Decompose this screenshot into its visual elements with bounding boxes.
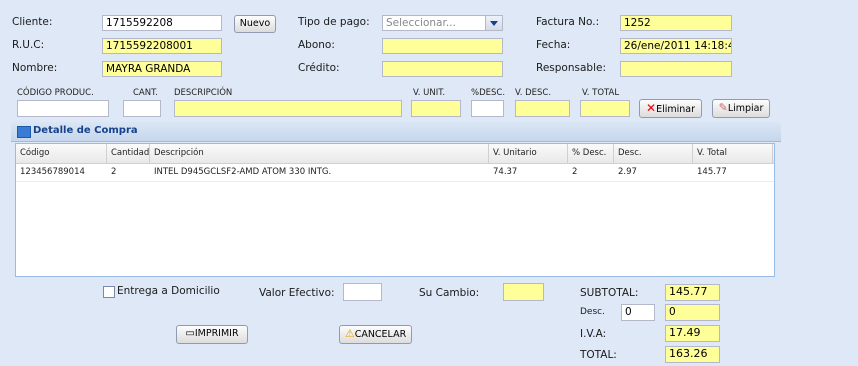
invoice-form: Cliente: 1715592208 Nuevo Tipo de pago: … (0, 0, 858, 366)
su-cambio-label: Su Cambio: (419, 287, 480, 299)
cell-pct-desc: 2 (572, 167, 578, 177)
cell-descripcion: INTEL D945GCLSF2-AMD ATOM 330 INTG. (154, 167, 332, 177)
pdesc-input[interactable] (471, 100, 504, 117)
col-v-total[interactable]: V. Total (693, 144, 773, 163)
credito-field[interactable] (382, 61, 503, 77)
delete-x-icon: ✕ (646, 101, 657, 115)
descripcion-input[interactable] (174, 100, 402, 117)
vunit-label: V. UNIT. (413, 88, 446, 98)
col-pct-desc[interactable]: % Desc. (568, 144, 614, 163)
entrega-label: Entrega a Domicilio (117, 285, 220, 297)
iva-label: I.V.A: (580, 328, 607, 340)
cancelar-button-label: CANCELAR (354, 329, 407, 340)
cant-input[interactable] (123, 100, 161, 117)
detalle-compra-header: Detalle de Compra (11, 122, 781, 142)
eliminar-button[interactable]: ✕Eliminar (639, 99, 702, 118)
limpiar-button-label: Limpiar (727, 103, 764, 114)
cliente-label: Cliente: (12, 16, 53, 28)
desc-label: Desc. (580, 307, 605, 317)
desc-value-field[interactable]: 0 (665, 304, 720, 321)
limpiar-button[interactable]: ✎Limpiar (712, 99, 770, 118)
ruc-label: R.U.C: (12, 39, 45, 51)
printer-icon: ▭ (185, 328, 195, 339)
ruc-field[interactable]: 1715592208001 (102, 38, 222, 54)
vtotal-label: V. TOTAL (582, 88, 620, 98)
codigo-produc-input[interactable] (17, 100, 109, 117)
fecha-label: Fecha: (536, 39, 571, 51)
warning-icon: ⚠ (344, 327, 355, 340)
tipo-pago-select[interactable]: Seleccionar... (382, 15, 503, 31)
cell-codigo: 123456789014 (20, 167, 85, 177)
descripcion-label: DESCRIPCIÓN (174, 88, 233, 98)
cant-label: CANT. (133, 88, 158, 98)
cell-v-total: 145.77 (697, 167, 727, 177)
cliente-field[interactable]: 1715592208 (102, 15, 222, 31)
vdesc-input[interactable] (515, 100, 570, 117)
abono-field[interactable] (382, 38, 503, 54)
cell-v-unitario: 74.37 (493, 167, 518, 177)
valor-efectivo-input[interactable] (343, 283, 382, 301)
entrega-checkbox[interactable] (103, 286, 115, 298)
vunit-input[interactable] (411, 100, 461, 117)
codigo-produc-label: CÓDIGO PRODUC. (17, 88, 94, 98)
responsable-label: Responsable: (536, 62, 606, 74)
nombre-field[interactable]: MAYRA GRANDA (102, 61, 222, 77)
imprimir-button-label: IMPRIMIR (194, 328, 239, 339)
eliminar-button-label: Eliminar (656, 104, 695, 115)
cell-desc: 2.97 (618, 167, 637, 177)
col-v-unitario[interactable]: V. Unitario (489, 144, 568, 163)
responsable-field[interactable] (620, 61, 732, 77)
detalle-grid: Código Cantidad Descripción V. Unitario … (15, 143, 775, 277)
grid-header: Código Cantidad Descripción V. Unitario … (16, 144, 774, 164)
desc-pct-input[interactable]: 0 (621, 304, 655, 321)
cell-cantidad: 2 (111, 167, 117, 177)
tipo-pago-placeholder: Seleccionar... (386, 17, 456, 29)
total-field[interactable]: 163.26 (665, 346, 720, 363)
nuevo-button[interactable]: Nuevo (234, 15, 276, 33)
chevron-down-icon[interactable] (485, 16, 502, 30)
col-cantidad[interactable]: Cantidad (107, 144, 150, 163)
detalle-compra-title: Detalle de Compra (33, 125, 138, 136)
factura-field[interactable]: 1252 (620, 15, 732, 31)
su-cambio-field[interactable] (503, 283, 544, 301)
fecha-field[interactable]: 26/ene/2011 14:18:46 (620, 38, 732, 54)
subtotal-label: SUBTOTAL: (580, 287, 639, 299)
pdesc-label: %DESC. (471, 88, 506, 98)
col-desc[interactable]: Desc. (614, 144, 693, 163)
vdesc-label: V. DESC. (515, 88, 552, 98)
valor-efectivo-label: Valor Efectivo: (259, 287, 335, 299)
total-label: TOTAL: (580, 349, 617, 361)
table-row[interactable]: 123456789014 2 INTEL D945GCLSF2-AMD ATOM… (16, 164, 774, 182)
table-icon (17, 126, 31, 138)
subtotal-field[interactable]: 145.77 (665, 284, 720, 301)
col-codigo[interactable]: Código (16, 144, 107, 163)
credito-label: Crédito: (298, 62, 340, 74)
tipo-pago-label: Tipo de pago: (298, 16, 370, 28)
abono-label: Abono: (298, 39, 335, 51)
imprimir-button[interactable]: ▭IMPRIMIR (176, 325, 248, 344)
eraser-icon: ✎ (718, 101, 728, 114)
col-descripcion[interactable]: Descripción (150, 144, 489, 163)
iva-field[interactable]: 17.49 (665, 325, 720, 342)
cancelar-button[interactable]: ⚠CANCELAR (339, 325, 412, 344)
factura-label: Factura No.: (536, 16, 600, 28)
vtotal-input[interactable] (580, 100, 630, 117)
nombre-label: Nombre: (12, 62, 58, 74)
